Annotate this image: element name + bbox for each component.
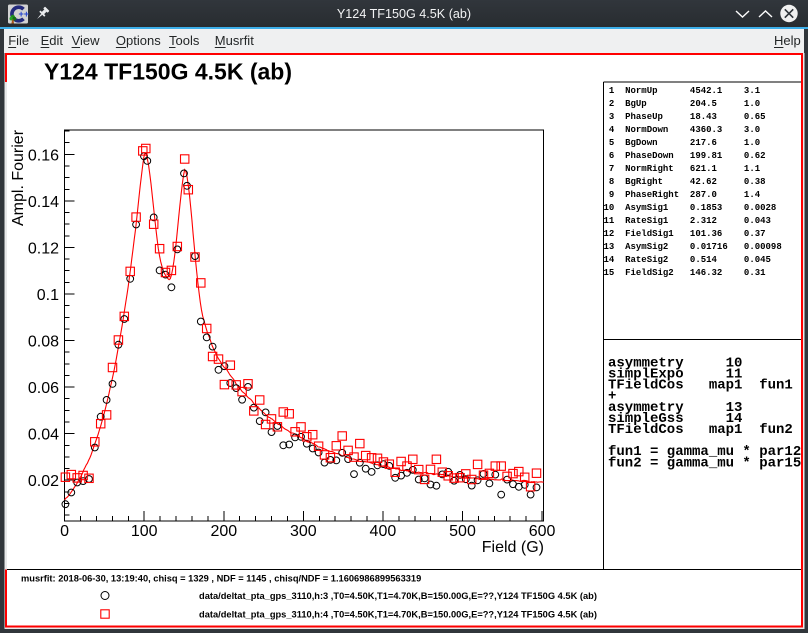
svg-text:Field (G): Field (G) (482, 539, 544, 556)
svg-text:10 AsymSig1 0.1853 0.00: 10 AsymSig1 0.1853 0.0028 (604, 203, 777, 213)
svg-text:0.1: 0.1 (37, 287, 59, 304)
svg-text:13 AsymSig2 0.01716 0.00: 13 AsymSig2 0.01716 0.00098 (604, 242, 782, 252)
svg-text:0.04: 0.04 (28, 427, 59, 444)
svg-text:9 PhaseRight 287.0 1.4: 9 PhaseRight 287.0 1.4 (604, 190, 761, 200)
svg-text:400: 400 (370, 523, 397, 540)
svg-text:4 NormDown 4360.3 3.0: 4 NormDown 4360.3 3.0 (604, 125, 761, 135)
svg-text:0.12: 0.12 (28, 241, 59, 258)
svg-text:300: 300 (290, 523, 317, 540)
svg-text:7 NormRight 621.1 1.1: 7 NormRight 621.1 1.1 (604, 164, 761, 174)
svg-text:Y124 TF150G 4.5K (ab): Y124 TF150G 4.5K (ab) (44, 59, 292, 85)
svg-text:TFieldCos map1 fun2: TFieldCos map1 fun2 (608, 422, 793, 438)
svg-text:data/deltat_pta_gps_3110,h:3 ,: data/deltat_pta_gps_3110,h:3 ,T0=4.50K,T… (199, 591, 597, 601)
svg-text:500: 500 (449, 523, 476, 540)
svg-text:data/deltat_pta_gps_3110,h:4 ,: data/deltat_pta_gps_3110,h:4 ,T0=4.50K,T… (199, 609, 597, 619)
svg-text:fun2 = gamma_mu * par15: fun2 = gamma_mu * par15 (608, 455, 801, 471)
svg-text:0: 0 (60, 523, 69, 540)
svg-text:0.14: 0.14 (28, 194, 59, 211)
svg-text:8 BgRight 42.62 0.38: 8 BgRight 42.62 0.38 (604, 177, 766, 187)
svg-text:Ampl. Fourier: Ampl. Fourier (10, 129, 27, 226)
svg-text:200: 200 (210, 523, 237, 540)
svg-text:0.06: 0.06 (28, 380, 59, 397)
svg-text:2 BgUp 204.5 1.0: 2 BgUp 204.5 1.0 (604, 99, 761, 109)
svg-text:12 FieldSig1 101.36 0.37: 12 FieldSig1 101.36 0.37 (604, 229, 766, 239)
svg-text:0.02: 0.02 (28, 473, 59, 490)
svg-text:11 RateSig1 2.312 0.04: 11 RateSig1 2.312 0.043 (604, 216, 771, 226)
svg-text:5 BgDown 217.6 1.0: 5 BgDown 217.6 1.0 (604, 138, 761, 148)
svg-text:600: 600 (529, 523, 556, 540)
svg-text:TFieldCos map1 fun1: TFieldCos map1 fun1 (608, 378, 793, 394)
svg-text:musrfit: 2018-06-30, 13:19:40,: musrfit: 2018-06-30, 13:19:40, chisq = 1… (21, 573, 421, 583)
svg-text:1 NormUp 4542.1 3.1: 1 NormUp 4542.1 3.1 (604, 86, 761, 96)
svg-text:++: ++ (19, 9, 30, 19)
svg-text:3 PhaseUp 18.43 0.65: 3 PhaseUp 18.43 0.65 (604, 112, 766, 122)
svg-text:100: 100 (131, 523, 158, 540)
svg-text:14 RateSig2 0.514 0.04: 14 RateSig2 0.514 0.045 (604, 255, 771, 265)
svg-text:0.08: 0.08 (28, 334, 59, 351)
svg-text:6 PhaseDown 199.81 0.62: 6 PhaseDown 199.81 0.62 (604, 151, 766, 161)
svg-text:15 FieldSig2 146.32 0.31: 15 FieldSig2 146.32 0.31 (604, 268, 767, 278)
svg-text:0.16: 0.16 (28, 147, 59, 164)
